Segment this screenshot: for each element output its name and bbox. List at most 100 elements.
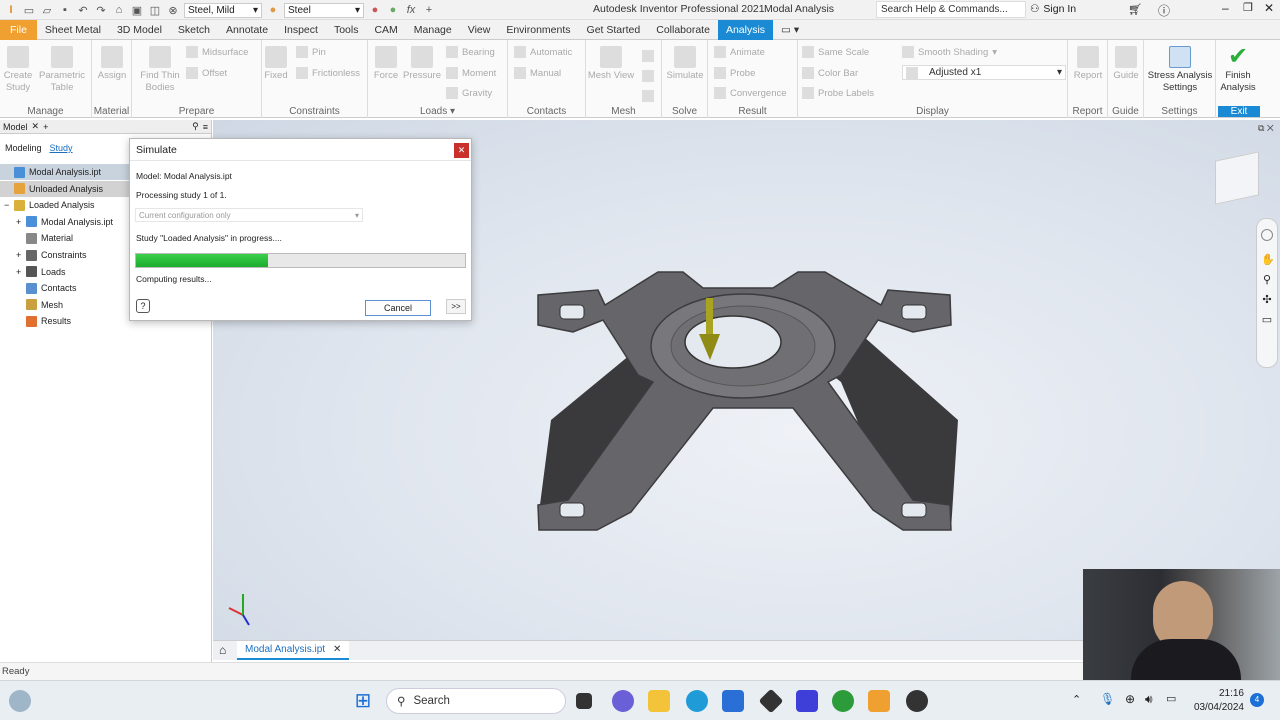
notification-badge[interactable]: 4 bbox=[1250, 693, 1264, 707]
battery-icon[interactable]: ▭ bbox=[1166, 692, 1176, 705]
file-explorer-icon[interactable] bbox=[648, 690, 670, 712]
configuration-select[interactable]: Current configuration only ▾ bbox=[135, 208, 363, 222]
view-cube-icon[interactable] bbox=[1215, 151, 1259, 205]
fixed-button[interactable]: Fixed bbox=[262, 46, 290, 82]
tab-view[interactable]: View bbox=[460, 20, 499, 40]
guide-button[interactable]: Guide bbox=[1110, 46, 1142, 82]
simulate-button[interactable]: Simulate bbox=[664, 46, 706, 82]
steering-wheel-icon[interactable] bbox=[1261, 229, 1273, 241]
open-icon[interactable]: ▱ bbox=[40, 3, 54, 17]
tab-collaborate[interactable]: Collaborate bbox=[648, 20, 718, 40]
tab-annotate[interactable]: Annotate bbox=[218, 20, 276, 40]
force-button[interactable]: Force bbox=[370, 46, 402, 82]
task-view-icon[interactable] bbox=[576, 693, 592, 709]
tab-environments[interactable]: Environments bbox=[498, 20, 578, 40]
tab-tools[interactable]: Tools bbox=[326, 20, 367, 40]
tab-analysis[interactable]: Analysis bbox=[717, 19, 774, 40]
store-icon[interactable] bbox=[722, 690, 744, 712]
inventor-taskbar-icon[interactable] bbox=[868, 690, 890, 712]
frictionless-button[interactable]: Frictionless bbox=[296, 67, 360, 79]
color-bar-button[interactable]: Color Bar bbox=[802, 67, 858, 79]
save-icon[interactable]: ▪ bbox=[58, 3, 72, 17]
restore-button[interactable]: ❐ bbox=[1243, 1, 1253, 14]
orbit-icon[interactable]: ✣ bbox=[1261, 293, 1273, 306]
mesh-settings-icon[interactable] bbox=[642, 50, 654, 62]
local-mesh-icon[interactable] bbox=[642, 70, 654, 82]
tab-inspect[interactable]: Inspect bbox=[276, 20, 326, 40]
convergence-button[interactable]: Convergence bbox=[714, 87, 787, 99]
chevron-up-icon[interactable]: ⌃ bbox=[1072, 693, 1081, 706]
panel-label-loads[interactable]: Loads ▾ bbox=[368, 106, 507, 117]
report-button[interactable]: Report bbox=[1070, 46, 1106, 82]
cancel-button[interactable]: Cancel bbox=[365, 300, 431, 316]
close-icon[interactable]: ✕ bbox=[333, 644, 341, 655]
cart-icon[interactable]: 🛒︎ bbox=[1128, 3, 1142, 16]
midsurface-button[interactable]: Midsurface bbox=[186, 46, 248, 58]
manual-button[interactable]: Manual bbox=[514, 67, 561, 79]
fx-icon[interactable]: fx bbox=[404, 3, 418, 17]
same-scale-button[interactable]: Same Scale bbox=[802, 46, 869, 58]
minimize-button[interactable]: – bbox=[1222, 1, 1229, 15]
finish-analysis-button[interactable]: ✔ Finish Analysis bbox=[1216, 44, 1260, 94]
zoom-icon[interactable]: ⚲ bbox=[1261, 273, 1273, 286]
pressure-button[interactable]: Pressure bbox=[402, 46, 442, 82]
dialog-close-button[interactable]: ✕ bbox=[454, 143, 469, 158]
doc-tab-modal-analysis[interactable]: Modal Analysis.ipt ✕ bbox=[237, 641, 350, 660]
clock[interactable]: 21:16 03/04/2024 bbox=[1192, 687, 1244, 715]
probe-labels-button[interactable]: Probe Labels bbox=[802, 87, 874, 99]
tab-sketch[interactable]: Sketch bbox=[170, 20, 218, 40]
offset-button[interactable]: Offset bbox=[186, 67, 227, 79]
home-icon[interactable]: ⌂ bbox=[219, 643, 226, 657]
animate-button[interactable]: Animate bbox=[714, 46, 765, 58]
close-tab-icon[interactable]: ✕ bbox=[32, 121, 40, 132]
app-icon[interactable] bbox=[796, 690, 818, 712]
create-study-button[interactable]: Create Study bbox=[2, 46, 34, 94]
microphone-icon[interactable]: 🎙︎ bbox=[1100, 692, 1115, 706]
expand-icon[interactable]: − bbox=[4, 200, 14, 210]
new-icon[interactable]: ▭ bbox=[22, 3, 36, 17]
edge-icon[interactable] bbox=[686, 690, 708, 712]
close-circle-icon[interactable]: ⊗ bbox=[166, 3, 180, 17]
tab-sheet-metal[interactable]: Sheet Metal bbox=[37, 20, 109, 40]
update-icon[interactable]: ▣ bbox=[130, 3, 144, 17]
app-cube-icon[interactable] bbox=[758, 688, 784, 714]
adjust-icon[interactable]: ● bbox=[368, 3, 382, 17]
home-icon[interactable]: ⌂ bbox=[112, 3, 126, 17]
ribbon-options-icon[interactable]: ▭ ▾ bbox=[773, 20, 807, 40]
help-icon[interactable]: ⓘ bbox=[1158, 2, 1170, 19]
chat-icon[interactable] bbox=[612, 690, 634, 712]
convergence-settings-icon[interactable] bbox=[642, 90, 654, 102]
tab-manage[interactable]: Manage bbox=[406, 20, 460, 40]
viewport-maximize-icon[interactable]: ⧉ ✕ bbox=[1258, 123, 1274, 134]
redo-icon[interactable]: ↷ bbox=[94, 3, 108, 17]
weather-icon[interactable] bbox=[9, 690, 31, 712]
add-tab-icon[interactable]: + bbox=[43, 122, 48, 132]
plus-icon[interactable]: + bbox=[422, 3, 436, 17]
displacement-scale-select[interactable]: Adjusted x1 ▾ bbox=[902, 65, 1066, 80]
language-icon[interactable]: ⊕ bbox=[1125, 692, 1135, 706]
tab-get-started[interactable]: Get Started bbox=[579, 20, 649, 40]
gravity-button[interactable]: Gravity bbox=[446, 87, 492, 99]
close-button[interactable]: ✕ bbox=[1264, 1, 1274, 15]
volume-icon[interactable]: 🔊︎ bbox=[1145, 692, 1153, 707]
obs-icon[interactable] bbox=[906, 690, 928, 712]
xbox-icon[interactable] bbox=[832, 690, 854, 712]
tab-modeling[interactable]: Modeling bbox=[5, 143, 42, 153]
appearance-select[interactable]: Steel ▾ bbox=[284, 2, 364, 18]
undo-icon[interactable]: ↶ bbox=[76, 3, 90, 17]
look-at-icon[interactable]: ▭ bbox=[1261, 313, 1273, 326]
automatic-button[interactable]: Automatic bbox=[514, 46, 572, 58]
expand-icon[interactable]: + bbox=[16, 250, 26, 260]
bearing-button[interactable]: Bearing bbox=[446, 46, 495, 58]
tab-3d-model[interactable]: 3D Model bbox=[109, 20, 170, 40]
material-select[interactable]: Steel, Mild ▾ bbox=[184, 2, 262, 18]
select-icon[interactable]: ◫ bbox=[148, 3, 162, 17]
taskbar-search[interactable]: ⚲ Search bbox=[386, 688, 566, 714]
search-icon[interactable]: ⚲ bbox=[192, 121, 199, 132]
stress-analysis-settings-button[interactable]: Stress Analysis Settings bbox=[1146, 46, 1214, 94]
browser-tab-model[interactable]: Model bbox=[3, 122, 28, 132]
moment-button[interactable]: Moment bbox=[446, 67, 496, 79]
help-icon[interactable]: ? bbox=[136, 299, 150, 313]
clear-icon[interactable]: ● bbox=[386, 3, 400, 17]
search-help-input[interactable]: Search Help & Commands... bbox=[876, 1, 1026, 18]
